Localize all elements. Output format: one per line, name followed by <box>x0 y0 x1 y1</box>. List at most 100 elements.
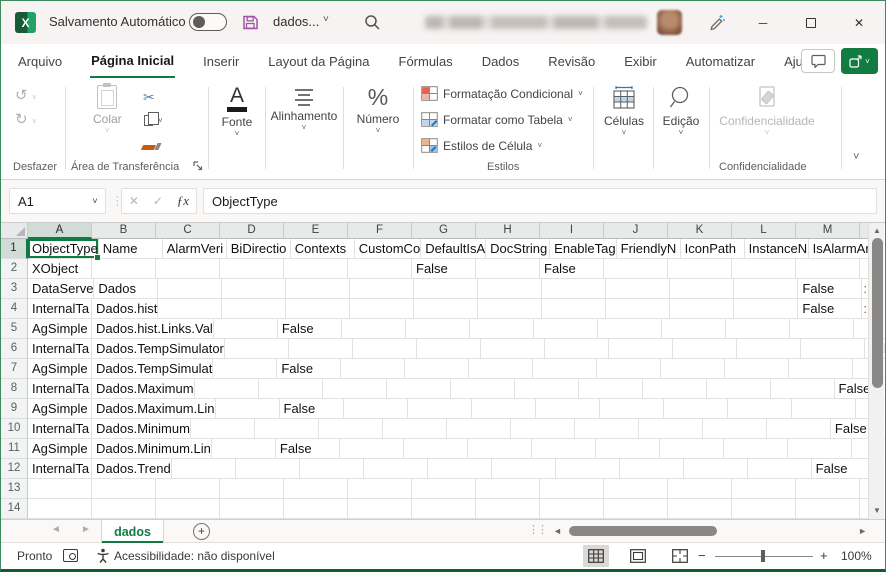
cell-H5[interactable] <box>533 319 598 339</box>
cell-M1[interactable]: IsAlarmAr <box>808 239 873 259</box>
cell-C13[interactable] <box>156 479 220 499</box>
cell-A12[interactable]: InternalTa <box>28 459 92 479</box>
cell-E1[interactable]: Contexts <box>290 239 355 259</box>
cell-G14[interactable] <box>412 499 476 519</box>
cell-B13[interactable] <box>92 479 156 499</box>
cell-C2[interactable] <box>156 259 220 279</box>
cell-K12[interactable] <box>683 459 748 479</box>
cell-L6[interactable] <box>800 339 865 359</box>
cell-C12[interactable] <box>171 459 236 479</box>
scroll-left-icon[interactable]: ◄ <box>553 526 562 536</box>
cell-L5[interactable] <box>789 319 854 339</box>
cell-C7[interactable] <box>213 359 278 379</box>
cell-G1[interactable]: DefaultIsA <box>421 239 487 259</box>
cell-D1[interactable]: BiDirectio <box>226 239 291 259</box>
cell-L14[interactable] <box>732 499 796 519</box>
cell-M12[interactable]: False <box>811 459 876 479</box>
cell-H1[interactable]: DocString <box>486 239 551 259</box>
undo-button[interactable]: ↺ ˅ <box>15 87 37 105</box>
column-header-J[interactable]: J <box>604 223 668 239</box>
cell-K6[interactable] <box>736 339 801 359</box>
cell-K10[interactable] <box>702 419 767 439</box>
undo-chevron-icon[interactable]: ˅ <box>32 93 37 102</box>
cell-H14[interactable] <box>476 499 540 519</box>
minimize-button[interactable]: ─ <box>741 1 785 44</box>
cell-A8[interactable]: InternalTa <box>28 379 92 399</box>
cell-H9[interactable] <box>535 399 600 419</box>
cell-B6[interactable]: Dados.TempSimulator <box>92 339 225 359</box>
number-group-button[interactable]: % Número ˅ <box>347 85 409 135</box>
cell-A10[interactable]: InternalTa <box>28 419 92 439</box>
cell-K5[interactable] <box>725 319 790 339</box>
horizontal-scroll-thumb[interactable] <box>569 526 717 536</box>
maximize-button[interactable] <box>789 1 833 44</box>
cell-H3[interactable] <box>478 279 543 299</box>
tab-inserir[interactable]: Inserir <box>202 46 240 77</box>
row-header-2[interactable]: 2 <box>1 259 28 279</box>
cell-K8[interactable] <box>706 379 771 399</box>
cell-I9[interactable] <box>599 399 664 419</box>
cell-E12[interactable] <box>299 459 364 479</box>
cell-F1[interactable]: CustomCo <box>354 239 422 259</box>
cell-G6[interactable] <box>480 339 545 359</box>
cell-B12[interactable]: Dados.Trend <box>92 459 172 479</box>
zoom-slider-knob[interactable] <box>761 550 765 562</box>
column-header-E[interactable]: E <box>284 223 348 239</box>
cell-E13[interactable] <box>284 479 348 499</box>
cell-A9[interactable]: AgSimple <box>28 399 92 419</box>
column-header-F[interactable]: F <box>348 223 412 239</box>
column-header-I[interactable]: I <box>540 223 604 239</box>
normal-view-button[interactable] <box>583 545 609 567</box>
cell-A5[interactable]: AgSimple <box>28 319 92 339</box>
cut-button[interactable]: ✂ <box>143 89 155 106</box>
column-header-M[interactable]: M <box>796 223 860 239</box>
row-header-13[interactable]: 13 <box>1 479 28 499</box>
cell-M3[interactable]: False <box>798 279 863 299</box>
tab-formulas[interactable]: Fórmulas <box>398 46 454 77</box>
cell-A11[interactable]: AgSimple <box>28 439 92 459</box>
page-layout-view-button[interactable] <box>625 545 651 567</box>
cell-A6[interactable]: InternalTa <box>28 339 92 359</box>
name-box[interactable]: A1 ˅ <box>9 188 106 214</box>
row-header-8[interactable]: 8 <box>1 379 28 399</box>
cell-J6[interactable] <box>672 339 737 359</box>
cell-C10[interactable] <box>190 419 255 439</box>
cell-J1[interactable]: FriendlyN <box>616 239 681 259</box>
share-button[interactable]: ˅ <box>841 48 878 74</box>
tab-exibir[interactable]: Exibir <box>623 46 658 77</box>
cell-D12[interactable] <box>235 459 300 479</box>
cell-I11[interactable] <box>595 439 660 459</box>
cell-J2[interactable] <box>604 259 668 279</box>
row-header-14[interactable]: 14 <box>1 499 28 519</box>
cell-B2[interactable] <box>92 259 156 279</box>
cell-L8[interactable] <box>770 379 835 399</box>
close-button[interactable]: ✕ <box>837 1 881 44</box>
cell-D13[interactable] <box>220 479 284 499</box>
cell-C11[interactable] <box>211 439 276 459</box>
cell-L13[interactable] <box>732 479 796 499</box>
name-box-chevron-icon[interactable]: ˅ <box>85 196 105 206</box>
cell-J12[interactable] <box>619 459 684 479</box>
cell-E2[interactable] <box>284 259 348 279</box>
cell-F11[interactable] <box>403 439 468 459</box>
cell-K7[interactable] <box>725 359 790 379</box>
cell-E11[interactable] <box>339 439 404 459</box>
cell-D3[interactable] <box>222 279 287 299</box>
column-header-H[interactable]: H <box>476 223 540 239</box>
cell-partial[interactable] <box>860 259 868 279</box>
select-all-button[interactable] <box>1 223 28 239</box>
sheet-tab-dados[interactable]: dados <box>101 520 164 543</box>
cell-J9[interactable] <box>663 399 728 419</box>
cell-H6[interactable] <box>544 339 609 359</box>
row-header-10[interactable]: 10 <box>1 419 28 439</box>
font-chevron-icon[interactable]: ˅ <box>235 129 240 138</box>
cell-H8[interactable] <box>514 379 579 399</box>
cell-B4[interactable]: Dados.hist <box>92 299 159 319</box>
cell-K4[interactable] <box>670 299 735 319</box>
cell-H11[interactable] <box>531 439 596 459</box>
cell-C4[interactable] <box>158 299 223 319</box>
conditional-formatting-button[interactable]: Formatação Condicional ˅ <box>421 86 583 101</box>
cell-J14[interactable] <box>604 499 668 519</box>
cell-K9[interactable] <box>727 399 792 419</box>
cell-B9[interactable]: Dados.Maximum.Lin <box>92 399 216 419</box>
